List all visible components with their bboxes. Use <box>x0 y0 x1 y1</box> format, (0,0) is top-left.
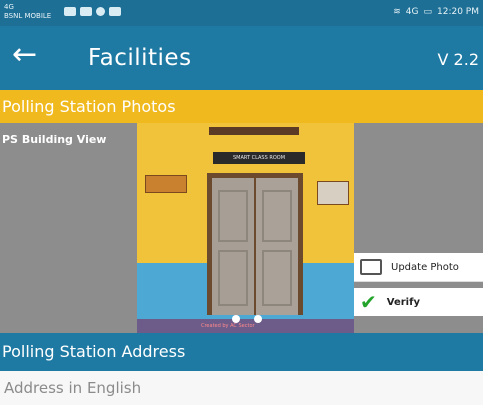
address-english-placeholder: Address in English <box>4 379 142 397</box>
status-time: 12:20 PM <box>437 7 479 17</box>
status-bar: 4G BSNL MOBILE ≋ 4G ▭ 12:20 PM <box>0 0 483 26</box>
verify-button[interactable]: ✔ Verify <box>354 288 483 316</box>
polling-station-photos-header: Polling Station Photos <box>0 90 483 123</box>
door-panel <box>262 250 292 306</box>
photo-label: PS Building View <box>2 133 107 146</box>
photo-poster-right <box>317 181 349 205</box>
ps-building-photo[interactable]: SMART CLASS ROOM Created by AC Sector <box>137 123 354 333</box>
status-notification-icons <box>64 7 121 16</box>
door-panel <box>218 250 248 306</box>
photo-poster-left <box>145 175 187 193</box>
status-carrier: BSNL MOBILE <box>4 12 52 20</box>
checkmark-icon: ✔ <box>360 290 377 314</box>
carousel-indicator <box>232 315 262 323</box>
signal-icon: 4G <box>405 7 419 17</box>
photo-caption: Created by AC Sector <box>201 323 255 329</box>
carousel-dot[interactable] <box>232 315 240 323</box>
arrow-left-icon[interactable]: ← <box>12 40 37 70</box>
photo-door-right <box>256 178 298 315</box>
section-title-photos: Polling Station Photos <box>2 97 176 116</box>
address-english-field[interactable]: Address in English <box>0 371 483 405</box>
app-version: V 2.2 <box>437 50 479 69</box>
photo-door-left <box>212 178 254 315</box>
status-network-carrier: 4G BSNL MOBILE <box>4 3 51 21</box>
chat-icon <box>96 7 105 16</box>
polling-station-address-header: Polling Station Address <box>0 333 483 371</box>
status-network-type: 4G <box>4 3 14 11</box>
photo-beam <box>209 127 299 135</box>
wifi-icon: ≋ <box>393 7 401 17</box>
video-icon <box>80 7 92 16</box>
message-icon <box>64 7 76 16</box>
update-photo-label: Update Photo <box>391 261 459 273</box>
battery-icon: ▭ <box>423 7 432 17</box>
facebook-icon <box>109 7 121 16</box>
app-bar: ← Facilities V 2.2 <box>0 26 483 90</box>
update-photo-button[interactable]: Update Photo <box>354 253 483 282</box>
page-title: Facilities <box>88 45 192 71</box>
verify-label: Verify <box>386 296 420 308</box>
photo-sign: SMART CLASS ROOM <box>213 152 305 164</box>
carousel-dot[interactable] <box>254 315 262 323</box>
section-title-address: Polling Station Address <box>2 342 186 361</box>
photo-area: PS Building View SMART CLASS ROOM Create… <box>0 123 483 333</box>
door-panel <box>218 190 248 242</box>
door-panel <box>262 190 292 242</box>
image-icon <box>360 259 382 275</box>
status-system-icons: ≋ 4G ▭ 12:20 PM <box>393 7 479 17</box>
